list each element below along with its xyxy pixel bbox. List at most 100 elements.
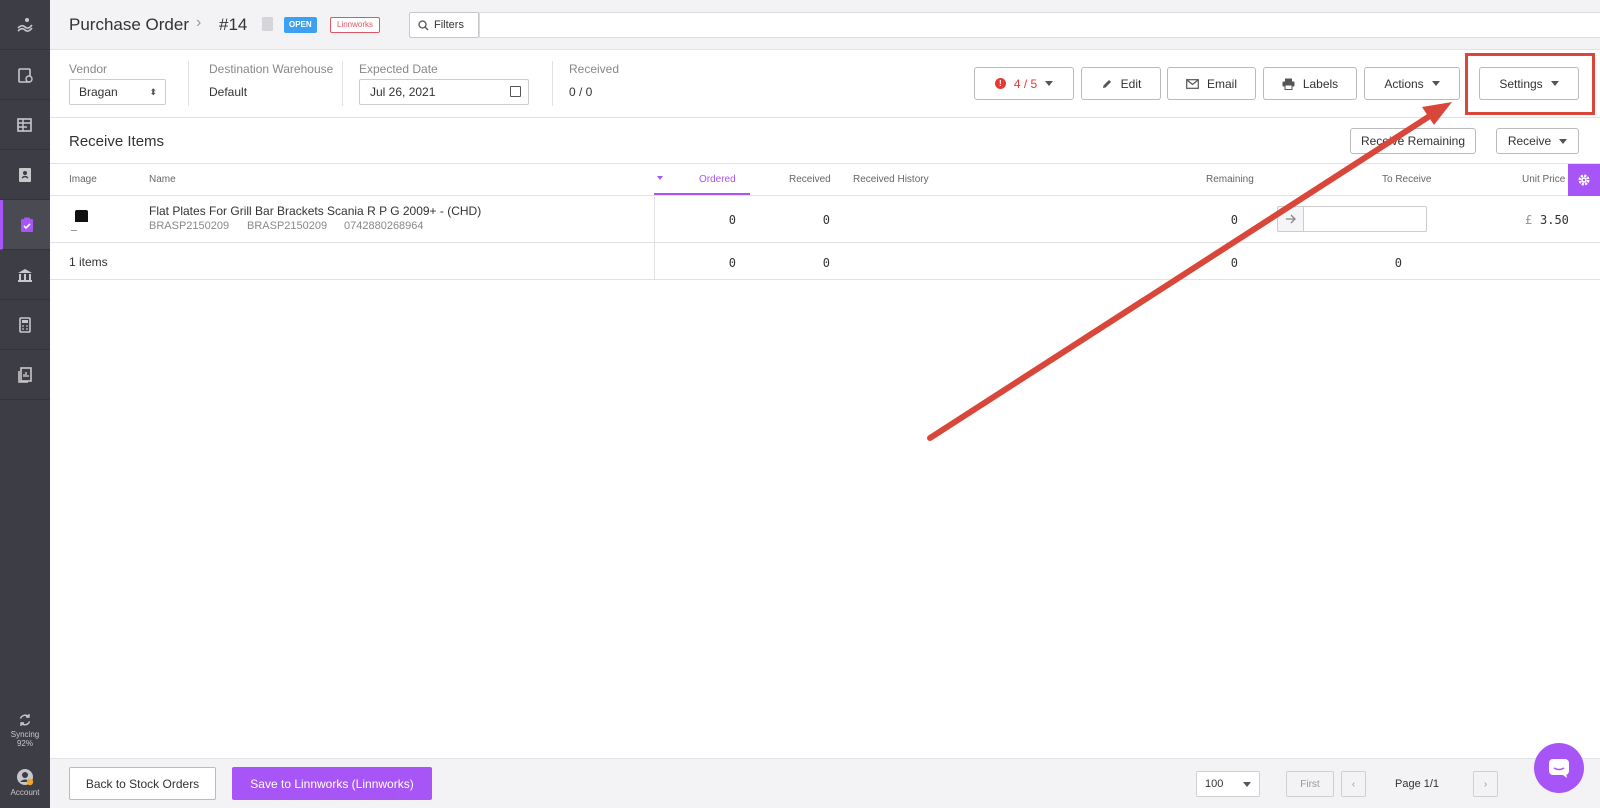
product-sku: BRASP2150209 xyxy=(149,220,230,232)
chevron-left-icon: ‹ xyxy=(1351,778,1356,790)
image-caption-line xyxy=(71,230,77,231)
sync-label: Syncing xyxy=(10,730,40,739)
sidebar: Syncing 92% Account xyxy=(0,0,50,808)
chat-icon xyxy=(1549,759,1569,778)
chevron-down-icon xyxy=(1045,81,1054,86)
status-badge: OPEN xyxy=(284,17,317,33)
sidebar-item-warehouse[interactable] xyxy=(0,250,50,300)
column-received-history[interactable]: Received History xyxy=(853,174,929,185)
ordered-value: 0 xyxy=(728,213,736,227)
product-image xyxy=(75,210,88,222)
column-remaining[interactable]: Remaining xyxy=(1206,174,1254,185)
page-footer: Back to Stock Orders Save to Linnworks (… xyxy=(50,758,1600,808)
divider xyxy=(552,61,553,106)
pencil-icon xyxy=(1102,79,1111,88)
sidebar-item-contacts[interactable] xyxy=(0,150,50,200)
first-page-button[interactable]: First xyxy=(1286,771,1334,797)
sidebar-item-calculator[interactable] xyxy=(0,300,50,350)
order-number: #14 xyxy=(219,15,248,34)
sidebar-item-listings[interactable] xyxy=(0,100,50,150)
warnings-count: 4 / 5 xyxy=(1013,76,1038,91)
sync-percent: 92% xyxy=(16,739,33,748)
sidebar-item-reports[interactable] xyxy=(0,350,50,400)
page-info: Page 1/1 xyxy=(1395,778,1440,790)
sort-desc-icon[interactable] xyxy=(657,176,663,180)
column-unit-price[interactable]: Unit Price xyxy=(1522,174,1565,185)
chevron-down-icon xyxy=(1431,81,1440,86)
receive-label: Receive xyxy=(1507,134,1552,148)
column-settings-button[interactable] xyxy=(1568,164,1600,196)
account-menu[interactable]: Account xyxy=(0,768,50,797)
orders-icon xyxy=(18,67,33,83)
to-receive-input[interactable] xyxy=(1303,206,1427,232)
contacts-icon xyxy=(19,167,31,182)
save-to-linnworks-button[interactable]: Save to Linnworks (Linnworks) xyxy=(232,767,432,800)
remaining-value: 0 xyxy=(1230,213,1238,227)
filters-label: Filters xyxy=(434,19,464,31)
sidebar-item-purchase-orders[interactable] xyxy=(0,200,50,250)
search-icon xyxy=(418,19,429,30)
filters-input[interactable] xyxy=(479,12,1600,38)
order-info-bar: Vendor Bragan ⬍ Destination Warehouse De… xyxy=(50,50,1600,118)
expected-date-input[interactable]: Jul 26, 2021 xyxy=(359,79,529,105)
column-divider xyxy=(654,243,655,279)
receive-dropdown[interactable]: Receive xyxy=(1496,128,1579,154)
fill-remaining-button[interactable] xyxy=(1277,206,1304,232)
breadcrumb-chevron-icon: › xyxy=(196,14,202,31)
next-page-button[interactable]: › xyxy=(1473,771,1498,797)
receive-remaining-button[interactable]: Receive Remaining xyxy=(1350,128,1476,154)
warehouse-icon xyxy=(18,268,32,282)
previous-page-button[interactable]: ‹ xyxy=(1341,771,1366,797)
back-label: Back to Stock Orders xyxy=(85,776,200,791)
envelope-icon xyxy=(1186,78,1199,89)
chevron-down-icon xyxy=(1559,138,1568,144)
filters-button[interactable]: Filters xyxy=(409,12,479,38)
received-label: Received xyxy=(569,62,620,76)
received-value: 0 xyxy=(822,213,830,227)
table-row[interactable]: Flat Plates For Grill Bar Brackets Scani… xyxy=(50,196,1600,243)
email-label: Email xyxy=(1206,76,1237,91)
actions-dropdown[interactable]: Actions xyxy=(1364,67,1460,100)
calendar-icon[interactable] xyxy=(510,86,521,97)
dashboard-icon xyxy=(17,17,33,32)
document-icon[interactable] xyxy=(262,17,273,31)
column-received[interactable]: Received xyxy=(789,174,831,185)
vendor-select[interactable]: Bragan ⬍ xyxy=(69,79,166,105)
labels-label: Labels xyxy=(1302,76,1339,91)
page-size-select[interactable]: 100 xyxy=(1196,771,1260,797)
first-label: First xyxy=(1300,778,1320,790)
breadcrumb-purchase-order[interactable]: Purchase Order xyxy=(69,15,189,35)
vendor-label: Vendor xyxy=(69,62,108,76)
total-ordered: 0 xyxy=(728,256,736,270)
email-button[interactable]: Email xyxy=(1167,67,1256,100)
expected-date-value: Jul 26, 2021 xyxy=(370,85,436,99)
channel-badge: Linnworks xyxy=(330,17,381,33)
column-image[interactable]: Image xyxy=(69,174,97,185)
gear-icon xyxy=(1578,174,1590,186)
warnings-dropdown[interactable]: ! 4 / 5 xyxy=(974,67,1074,100)
table-header: Image Name Ordered Received Received His… xyxy=(50,164,1600,196)
column-ordered[interactable]: Ordered xyxy=(699,174,736,185)
vendor-value: Bragan xyxy=(79,85,118,99)
page-size-value: 100 xyxy=(1205,778,1224,790)
select-arrows-icon: ⬍ xyxy=(149,87,157,97)
table-totals-row: 1 items 0 0 0 0 xyxy=(50,243,1600,280)
back-to-stock-orders-button[interactable]: Back to Stock Orders xyxy=(69,767,216,800)
divider xyxy=(342,61,343,106)
sidebar-item-dashboard[interactable] xyxy=(0,0,50,50)
sidebar-item-orders[interactable] xyxy=(0,50,50,100)
chevron-down-icon xyxy=(1243,781,1251,787)
account-icon xyxy=(17,769,34,786)
product-barcode: 0742880268964 xyxy=(344,220,424,232)
column-to-receive[interactable]: To Receive xyxy=(1382,174,1431,185)
items-count: 1 items xyxy=(69,255,108,269)
edit-button[interactable]: Edit xyxy=(1081,67,1161,100)
sync-status[interactable]: Syncing 92% xyxy=(0,713,50,748)
chat-launcher-button[interactable] xyxy=(1534,743,1584,793)
account-label: Account xyxy=(10,788,40,797)
expected-date-label: Expected Date xyxy=(359,62,438,76)
section-title: Receive Items xyxy=(69,133,165,150)
column-name[interactable]: Name xyxy=(149,174,176,185)
labels-button[interactable]: Labels xyxy=(1263,67,1357,100)
product-name[interactable]: Flat Plates For Grill Bar Brackets Scani… xyxy=(149,204,481,218)
